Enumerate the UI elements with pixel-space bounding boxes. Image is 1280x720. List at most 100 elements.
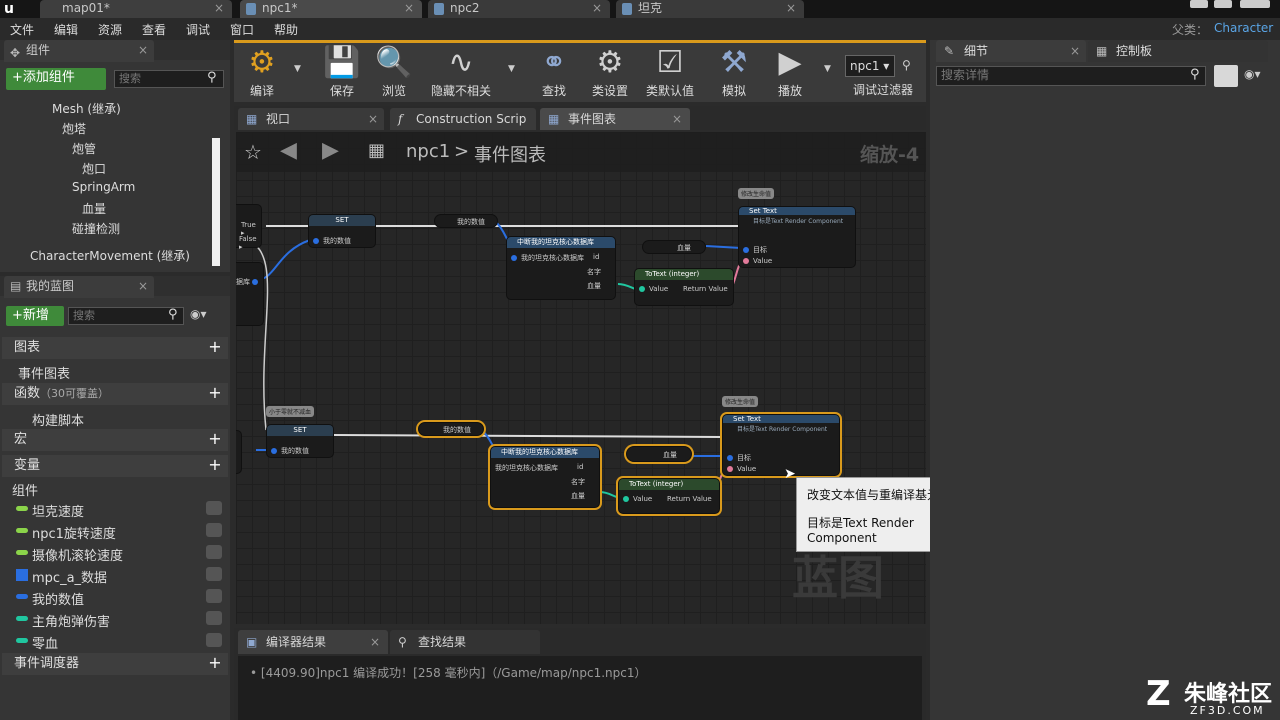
close-window-button[interactable] — [1240, 0, 1270, 8]
tree-item-mesh[interactable]: Mesh (继承) — [52, 100, 121, 117]
value-pin[interactable]: Value — [623, 495, 652, 503]
tree-item-barrel[interactable]: 炮管 — [72, 140, 96, 157]
tree-item-turret[interactable]: 炮塔 — [62, 120, 86, 137]
value-pin[interactable]: Value — [727, 465, 756, 473]
parent-class-link[interactable]: Character — [1214, 21, 1273, 35]
compile-button[interactable]: ⚙ 编译 — [238, 44, 286, 100]
blueprint-search-input[interactable]: 搜索 — [68, 307, 184, 325]
tab-npc1[interactable]: npc1* × — [240, 0, 422, 18]
name-pin[interactable]: 名字 — [571, 477, 585, 487]
class-settings-button[interactable]: ⚙ 类设置 — [586, 44, 634, 100]
menu-window[interactable]: 窗口 — [230, 21, 254, 38]
visibility-eye-icon[interactable] — [206, 589, 222, 603]
visibility-eye-icon[interactable] — [206, 633, 222, 647]
tree-item-health-text[interactable]: 血量 — [82, 200, 106, 217]
set-node[interactable]: SET 我的数值 — [266, 424, 334, 458]
section-macros[interactable]: 宏 + — [2, 429, 228, 451]
class-defaults-button[interactable]: ☑ 类默认值 — [646, 44, 694, 100]
variable-item[interactable]: mpc_a_数据 — [16, 567, 107, 586]
tab-npc2[interactable]: npc2 × — [428, 0, 610, 18]
hp-pin[interactable]: 血量 — [587, 281, 601, 291]
my-value-out[interactable]: 我的数值 — [443, 425, 471, 435]
value-pin[interactable]: Value — [743, 257, 772, 265]
branch-node[interactable]: True ▸ False ▸ — [236, 204, 262, 251]
add-graph-icon[interactable]: + — [208, 339, 222, 355]
close-icon[interactable]: × — [786, 0, 796, 16]
struct-node-cut[interactable] — [236, 430, 242, 474]
value-pin[interactable]: Value — [639, 285, 668, 293]
debug-filter-select[interactable]: npc1 ▾ — [845, 55, 895, 77]
compile-options-dropdown[interactable]: ▼ — [294, 64, 301, 74]
minimize-button[interactable] — [1190, 0, 1208, 8]
variable-item[interactable]: 我的数值 — [16, 589, 84, 608]
health-text-out[interactable]: 血量 — [663, 450, 677, 460]
scrollbar[interactable] — [212, 138, 220, 266]
get-my-value-node[interactable]: 我的数值 — [434, 214, 498, 228]
maximize-button[interactable] — [1214, 0, 1232, 8]
visibility-eye-icon[interactable] — [206, 501, 222, 515]
variable-item[interactable]: npc1旋转速度 — [16, 523, 116, 542]
variable-item[interactable]: 坦克速度 — [16, 501, 84, 520]
add-macro-icon[interactable]: + — [208, 431, 222, 447]
new-button[interactable]: +新增 — [6, 306, 64, 326]
play-options-dropdown[interactable]: ▼ — [824, 64, 831, 74]
save-button[interactable]: 💾 保存 — [318, 44, 366, 100]
id-pin[interactable]: id — [577, 463, 583, 471]
find-button[interactable]: ⚭ 查找 — [530, 44, 578, 100]
variable-item[interactable]: 主角炮弹伤害 — [16, 611, 110, 630]
tab-event-graph[interactable]: ▦ 事件图表 × — [540, 108, 690, 130]
return-value-pin[interactable]: Return Value — [667, 495, 712, 503]
my-value-pin[interactable]: 我的数值 — [271, 446, 309, 456]
close-icon[interactable]: × — [404, 0, 414, 16]
tab-viewport[interactable]: ▦ 视口 × — [238, 108, 384, 130]
return-value-pin[interactable]: Return Value — [683, 285, 728, 293]
false-pin[interactable]: False ▸ — [239, 235, 261, 251]
section-variables[interactable]: 变量 + — [2, 455, 228, 477]
target-pin[interactable]: 目标 — [727, 453, 751, 463]
tab-console[interactable]: ▦ 控制板 — [1088, 40, 1268, 62]
tab-my-blueprint[interactable]: ▤ 我的蓝图 × — [4, 276, 154, 298]
tab-compiler-results[interactable]: ▣ 编译器结果 × — [238, 630, 388, 654]
tree-item-muzzle[interactable]: 炮口 — [82, 160, 106, 177]
variable-item[interactable]: 零血 — [16, 633, 58, 652]
totext-node[interactable]: ToText (integer) Value Return Value — [634, 268, 734, 306]
set-node[interactable]: SET 我的数值 — [308, 214, 376, 248]
add-dispatcher-icon[interactable]: + — [208, 655, 222, 671]
tree-item-collision[interactable]: 碰撞检测 — [72, 220, 120, 237]
close-icon[interactable]: × — [214, 0, 224, 16]
components-category[interactable]: 组件 — [12, 480, 38, 499]
visibility-eye-icon[interactable] — [206, 545, 222, 559]
add-function-icon[interactable]: + — [208, 385, 222, 401]
play-button[interactable]: ▶ 播放 — [766, 44, 814, 100]
construction-script-item[interactable]: 构建脚本 — [32, 410, 84, 429]
property-matrix-button[interactable] — [1214, 65, 1238, 87]
add-component-button[interactable]: +添加组件 — [6, 68, 106, 90]
get-my-value-node[interactable]: 我的数值 — [418, 422, 484, 436]
menu-help[interactable]: 帮助 — [274, 21, 298, 38]
add-variable-icon[interactable]: + — [208, 457, 222, 473]
details-search-input[interactable]: 搜索详情 — [936, 66, 1206, 86]
close-icon[interactable]: × — [592, 0, 602, 16]
tab-map01[interactable]: map01* × — [40, 0, 232, 18]
simulate-button[interactable]: ⚒ 模拟 — [710, 44, 758, 100]
close-icon[interactable]: × — [370, 630, 380, 654]
my-value-out[interactable]: 我的数值 — [457, 217, 485, 227]
tab-construction-script[interactable]: f Construction Scrip — [390, 108, 536, 130]
hide-unrelated-button[interactable]: ∿ 隐藏不相关 — [428, 44, 494, 100]
name-pin[interactable]: 名字 — [587, 267, 601, 277]
break-struct-node[interactable]: 中断我的坦克核心数据库 我的坦克核心数据库 id 名字 血量 — [490, 446, 600, 508]
section-functions[interactable]: 函数（30可覆盖） + — [2, 383, 228, 405]
menu-file[interactable]: 文件 — [10, 21, 34, 38]
close-icon[interactable]: × — [672, 108, 682, 130]
browse-button[interactable]: 🔍 浏览 — [370, 44, 418, 100]
struct-node-cut[interactable]: 数据库 — [236, 262, 264, 326]
id-pin[interactable]: id — [593, 253, 599, 261]
search-icon[interactable]: ⚲ — [902, 58, 911, 72]
get-health-text-node[interactable]: 血量 — [626, 446, 692, 462]
hp-pin[interactable]: 血量 — [571, 491, 585, 501]
get-health-text-node[interactable]: 血量 — [642, 240, 706, 254]
close-icon[interactable]: × — [368, 108, 378, 130]
menu-edit[interactable]: 编辑 — [54, 21, 78, 38]
set-text-node[interactable]: Set Text 目标是Text Render Component 目标 Val… — [722, 414, 840, 476]
struct-input-pin[interactable]: 我的坦克核心数据库 — [495, 463, 558, 473]
